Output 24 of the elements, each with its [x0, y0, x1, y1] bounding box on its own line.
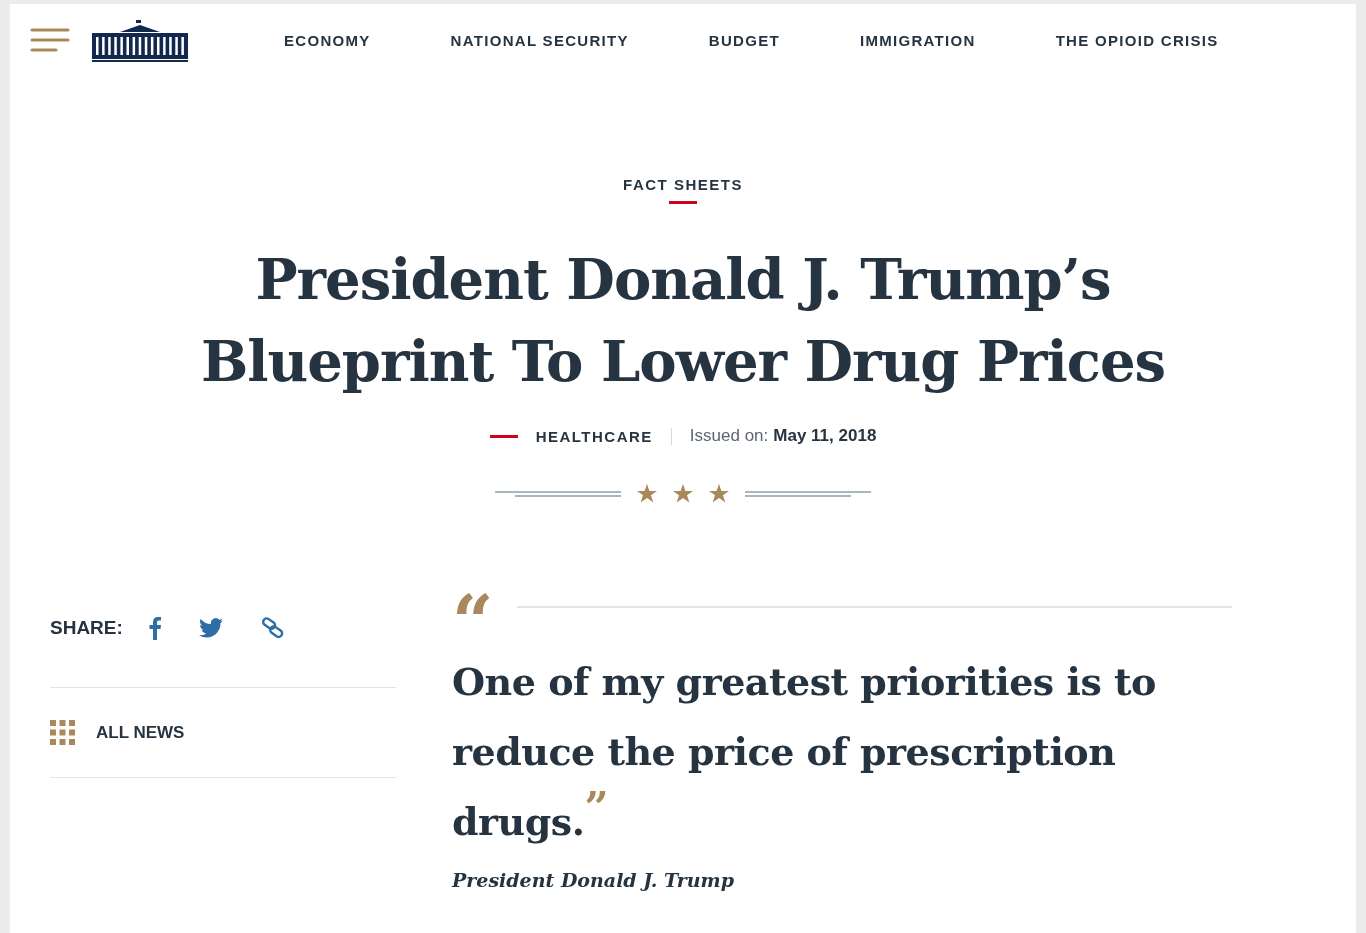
grid-icon: [50, 720, 76, 745]
facebook-icon[interactable]: [148, 616, 161, 640]
quote-mark: “: [452, 586, 494, 658]
issued-date: May 11, 2018: [773, 426, 877, 446]
nav-link[interactable]: BUDGET: [708, 31, 780, 49]
star-icon: [637, 484, 657, 503]
nav-link[interactable]: THE OPIOID CRISIS: [1055, 31, 1219, 49]
quote-attribution: President Donald J. Trump: [452, 869, 735, 891]
article-title: President Donald J. Trump’s Blueprint To Lower Drug Prices: [200, 245, 1166, 396]
star-icon: [709, 484, 729, 503]
category-link[interactable]: FACT SHEETS: [623, 176, 743, 193]
link-icon[interactable]: [260, 617, 285, 639]
topic-link[interactable]: HEALTHCARE: [535, 427, 672, 445]
issued-label: Issued on:: [689, 426, 769, 446]
quote-text: One of my greatest priorities is to reduce the price of prescription drugs.”: [452, 658, 1157, 846]
menu-icon[interactable]: [30, 28, 70, 52]
nav-link[interactable]: ECONOMY: [284, 31, 371, 49]
all-news-link[interactable]: ALL NEWS: [50, 688, 396, 778]
share-label: SHARE:: [50, 617, 123, 639]
twitter-icon[interactable]: [198, 618, 223, 638]
nav-link[interactable]: IMMIGRATION: [859, 31, 976, 49]
star-icon: [673, 484, 693, 503]
nav-link[interactable]: NATIONAL SECURITY: [450, 31, 629, 49]
building-logo[interactable]: [92, 18, 188, 62]
